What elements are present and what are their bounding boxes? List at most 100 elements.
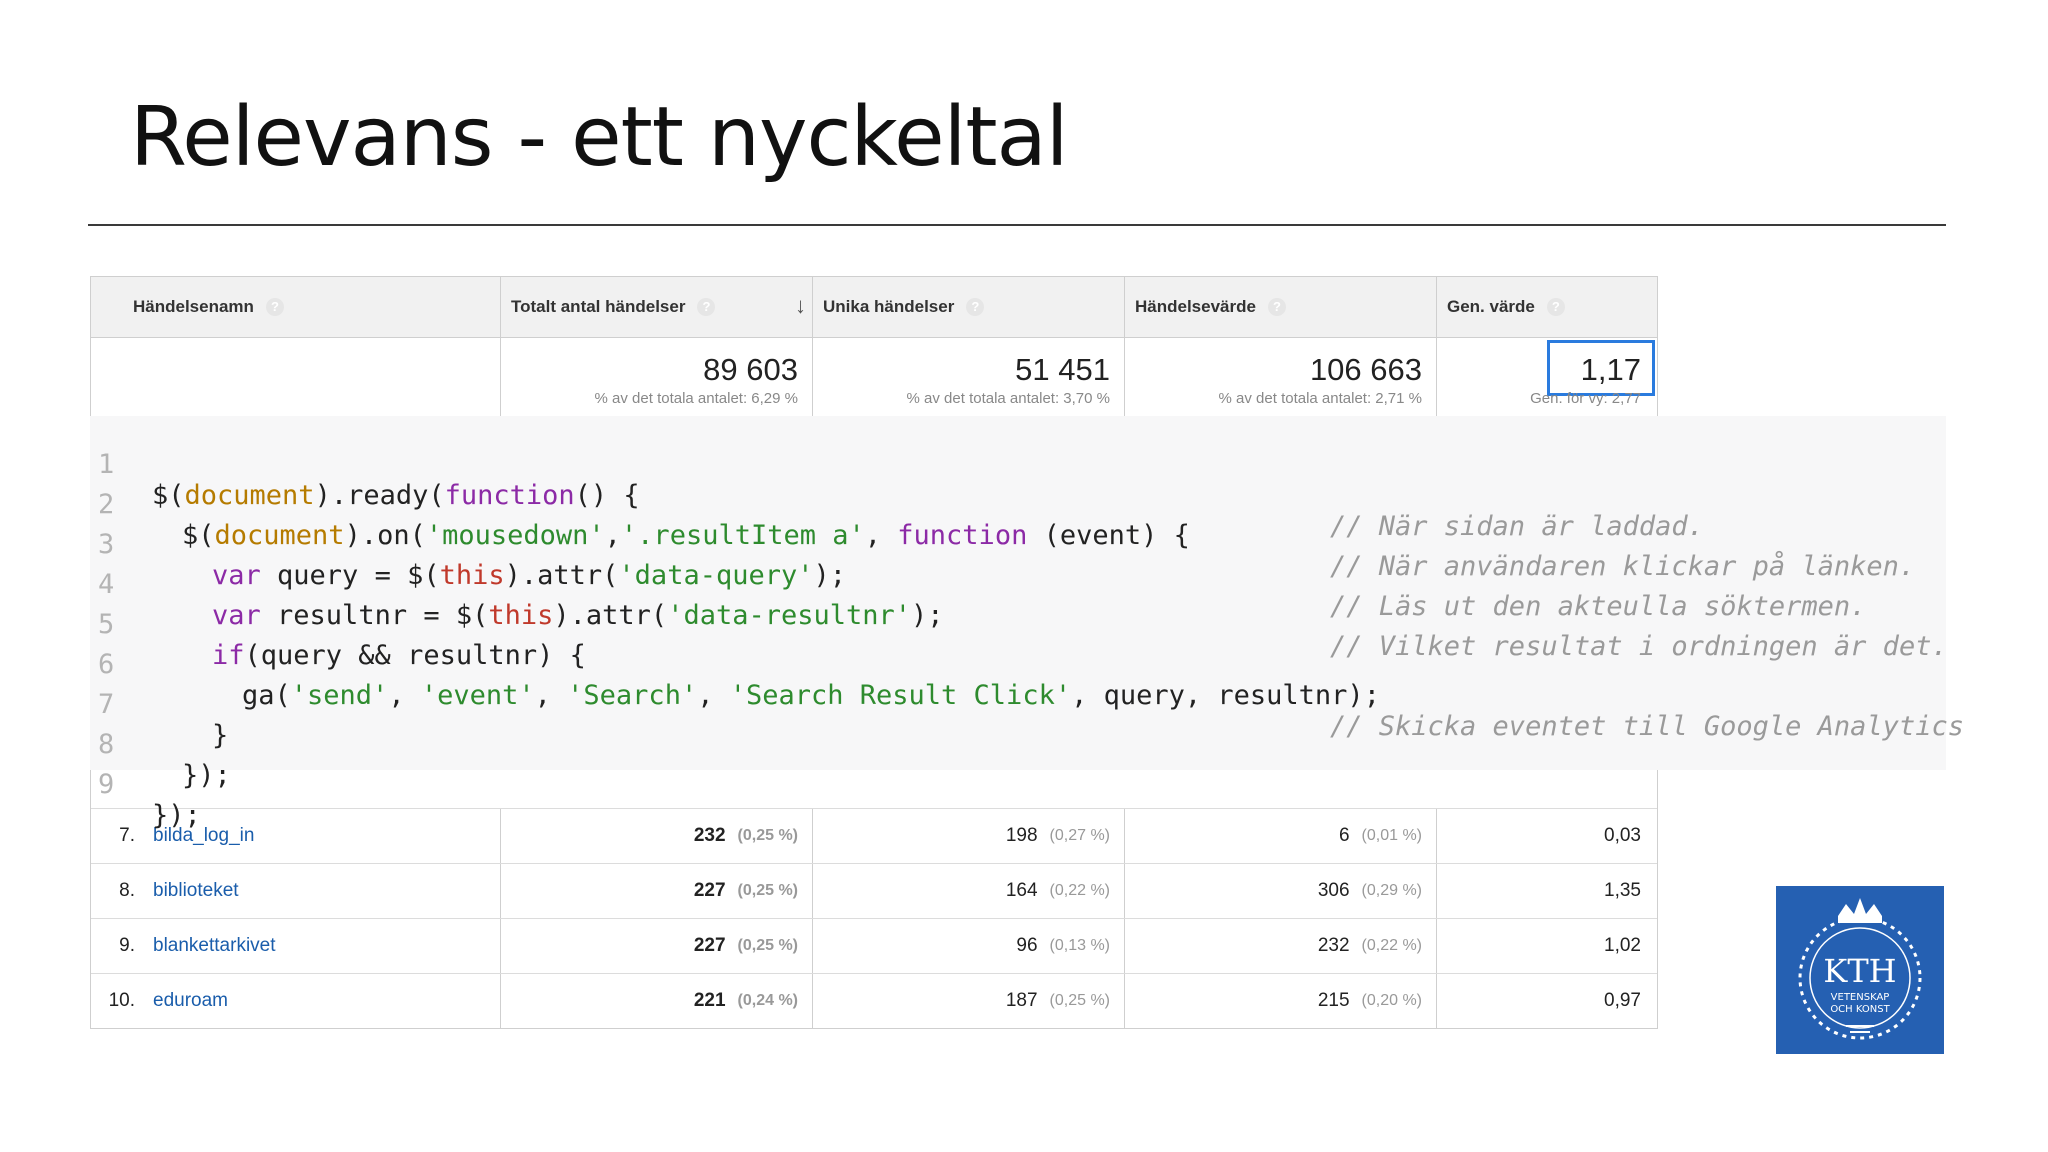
total-value: 221 xyxy=(693,990,726,1011)
code-comment: // Skicka eventet till Google Analytics xyxy=(1330,711,1964,742)
value-percent: (0,20 %) xyxy=(1361,992,1422,1009)
code-token: , xyxy=(864,520,898,551)
logo-subtitle-line2: OCH KONST xyxy=(1830,1004,1890,1015)
code-token: 'event' xyxy=(420,680,535,711)
code-source: }); xyxy=(152,800,201,831)
avg-value: 0,03 xyxy=(1604,825,1641,846)
code-token: 'Search' xyxy=(567,680,698,711)
value-cell: 232 (0,22 %) xyxy=(1125,919,1437,973)
code-token: document xyxy=(184,480,315,511)
summary-total: 89 603 % av det totala antalet: 6,29 % xyxy=(501,338,813,416)
header-unique-events[interactable]: Unika händelser ? xyxy=(813,277,1125,337)
help-icon[interactable]: ? xyxy=(1267,298,1286,316)
code-source: var query = $(this).attr('data-query'); xyxy=(212,560,846,591)
summary-avg: 1,17 Gen. för vy: 2,77 xyxy=(1437,338,1655,416)
header-event-value[interactable]: Händelsevärde ? xyxy=(1125,277,1437,337)
code-comment: // Vilket resultat i ordningen är det. xyxy=(1330,631,1948,662)
code-token: 'send' xyxy=(290,680,389,711)
header-label: Händelsenamn xyxy=(133,297,254,316)
header-label: Händelsevärde xyxy=(1135,297,1256,316)
unique-cell: 198 (0,27 %) xyxy=(813,809,1125,863)
code-token: ).attr( xyxy=(504,560,619,591)
summary-value: 51 451 xyxy=(1015,352,1110,387)
row-number: 8. xyxy=(119,880,135,901)
summary-subtext: % av det totala antalet: 6,29 % xyxy=(594,390,798,407)
header-event-name[interactable]: Händelsenamn ? xyxy=(91,277,501,337)
help-icon[interactable]: ? xyxy=(697,298,716,316)
sort-down-arrow-icon[interactable]: ↓ xyxy=(795,293,806,319)
total-percent: (0,25 %) xyxy=(737,937,798,954)
code-token: function xyxy=(444,480,575,511)
code-line: 5 if(query && resultnr) { xyxy=(90,578,586,671)
total-cell: 227 (0,25 %) xyxy=(501,864,813,918)
code-line: 6 ga('send', 'event', 'Search', 'Search … xyxy=(90,618,1964,742)
code-line: 8 }); xyxy=(90,698,231,791)
code-comment: // När användaren klickar på länken. xyxy=(1330,551,1916,582)
code-token: ); xyxy=(911,600,944,631)
total-percent: (0,25 %) xyxy=(737,827,798,844)
code-line: 1 $(document).ready(function() { // När … xyxy=(90,418,1704,542)
code-token: var xyxy=(212,600,261,631)
code-source: }); xyxy=(182,760,231,791)
event-link[interactable]: biblioteket xyxy=(153,880,239,902)
slide-title: Relevans - ett nyckeltal xyxy=(130,90,1069,185)
help-icon[interactable]: ? xyxy=(966,298,985,316)
header-total-events[interactable]: Totalt antal händelser ? ↓ xyxy=(501,277,813,337)
event-link[interactable]: blankettarkivet xyxy=(153,935,276,957)
unique-percent: (0,27 %) xyxy=(1049,827,1110,844)
code-comment: // Läs ut den akteulla söktermen. xyxy=(1330,591,1867,622)
summary-row: 89 603 % av det totala antalet: 6,29 % 5… xyxy=(91,338,1657,416)
total-percent: (0,25 %) xyxy=(737,882,798,899)
avg-value: 1,35 xyxy=(1604,880,1641,901)
code-token: , xyxy=(388,680,421,711)
table-row: 9. blankettarkivet 227 (0,25 %) 96 (0,13… xyxy=(91,918,1657,973)
code-token: this xyxy=(488,600,554,631)
code-source: } xyxy=(212,720,229,751)
total-cell: 227 (0,25 %) xyxy=(501,919,813,973)
logo-text: KTH xyxy=(1823,952,1896,990)
code-token: this xyxy=(439,560,505,591)
help-icon[interactable]: ? xyxy=(265,298,284,316)
unique-value: 198 xyxy=(1005,825,1038,846)
unique-cell: 164 (0,22 %) xyxy=(813,864,1125,918)
code-source: $(document).on('mousedown','.resultItem … xyxy=(182,520,1190,551)
value-percent: (0,29 %) xyxy=(1361,882,1422,899)
summary-value: 1,17 xyxy=(1580,352,1641,387)
avg-value: 0,97 xyxy=(1604,990,1641,1011)
code-token: ).attr( xyxy=(553,600,668,631)
summary-unique: 51 451 % av det totala antalet: 3,70 % xyxy=(813,338,1125,416)
code-token: ).on( xyxy=(344,520,426,551)
table-row: 7. bilda_log_in 232 (0,25 %) 198 (0,27 %… xyxy=(91,808,1657,863)
code-token: (event) { xyxy=(1027,520,1190,551)
code-token: var xyxy=(212,560,261,591)
table-row: 8. biblioteket 227 (0,25 %) 164 (0,22 %)… xyxy=(91,863,1657,918)
kth-logo: KTH VETENSKAP OCH KONST xyxy=(1776,886,1944,1054)
value-cell: 6 (0,01 %) xyxy=(1125,809,1437,863)
code-token: document xyxy=(214,520,345,551)
kth-emblem-icon: KTH VETENSKAP OCH KONST xyxy=(1776,886,1944,1054)
avg-cell: 0,97 xyxy=(1437,974,1655,1028)
code-token: $( xyxy=(182,520,215,551)
event-value: 215 xyxy=(1317,990,1350,1011)
code-token: ga( xyxy=(242,680,291,711)
total-value: 232 xyxy=(693,825,726,846)
code-token: if xyxy=(212,640,245,671)
summary-empty xyxy=(91,338,501,416)
summary-subtext: % av det totala antalet: 2,71 % xyxy=(1218,390,1422,407)
code-token: query = $( xyxy=(260,560,440,591)
header-avg-value[interactable]: Gen. värde ? xyxy=(1437,277,1655,337)
code-line: 9 }); xyxy=(90,738,201,831)
unique-percent: (0,22 %) xyxy=(1049,882,1110,899)
event-value: 306 xyxy=(1317,880,1350,901)
event-link[interactable]: eduroam xyxy=(153,990,228,1012)
avg-cell: 1,02 xyxy=(1437,919,1655,973)
summary-value: 89 603 xyxy=(703,352,798,387)
header-label: Gen. värde xyxy=(1447,297,1535,316)
total-value: 227 xyxy=(693,935,726,956)
code-snippet-panel: 1 $(document).ready(function() { // När … xyxy=(90,416,1964,831)
event-name-cell: 8. biblioteket xyxy=(91,864,501,918)
event-value: 232 xyxy=(1317,935,1350,956)
code-token: (query && resultnr) { xyxy=(244,640,586,671)
help-icon[interactable]: ? xyxy=(1546,298,1565,316)
logo-subtitle-line1: VETENSKAP xyxy=(1831,992,1890,1003)
